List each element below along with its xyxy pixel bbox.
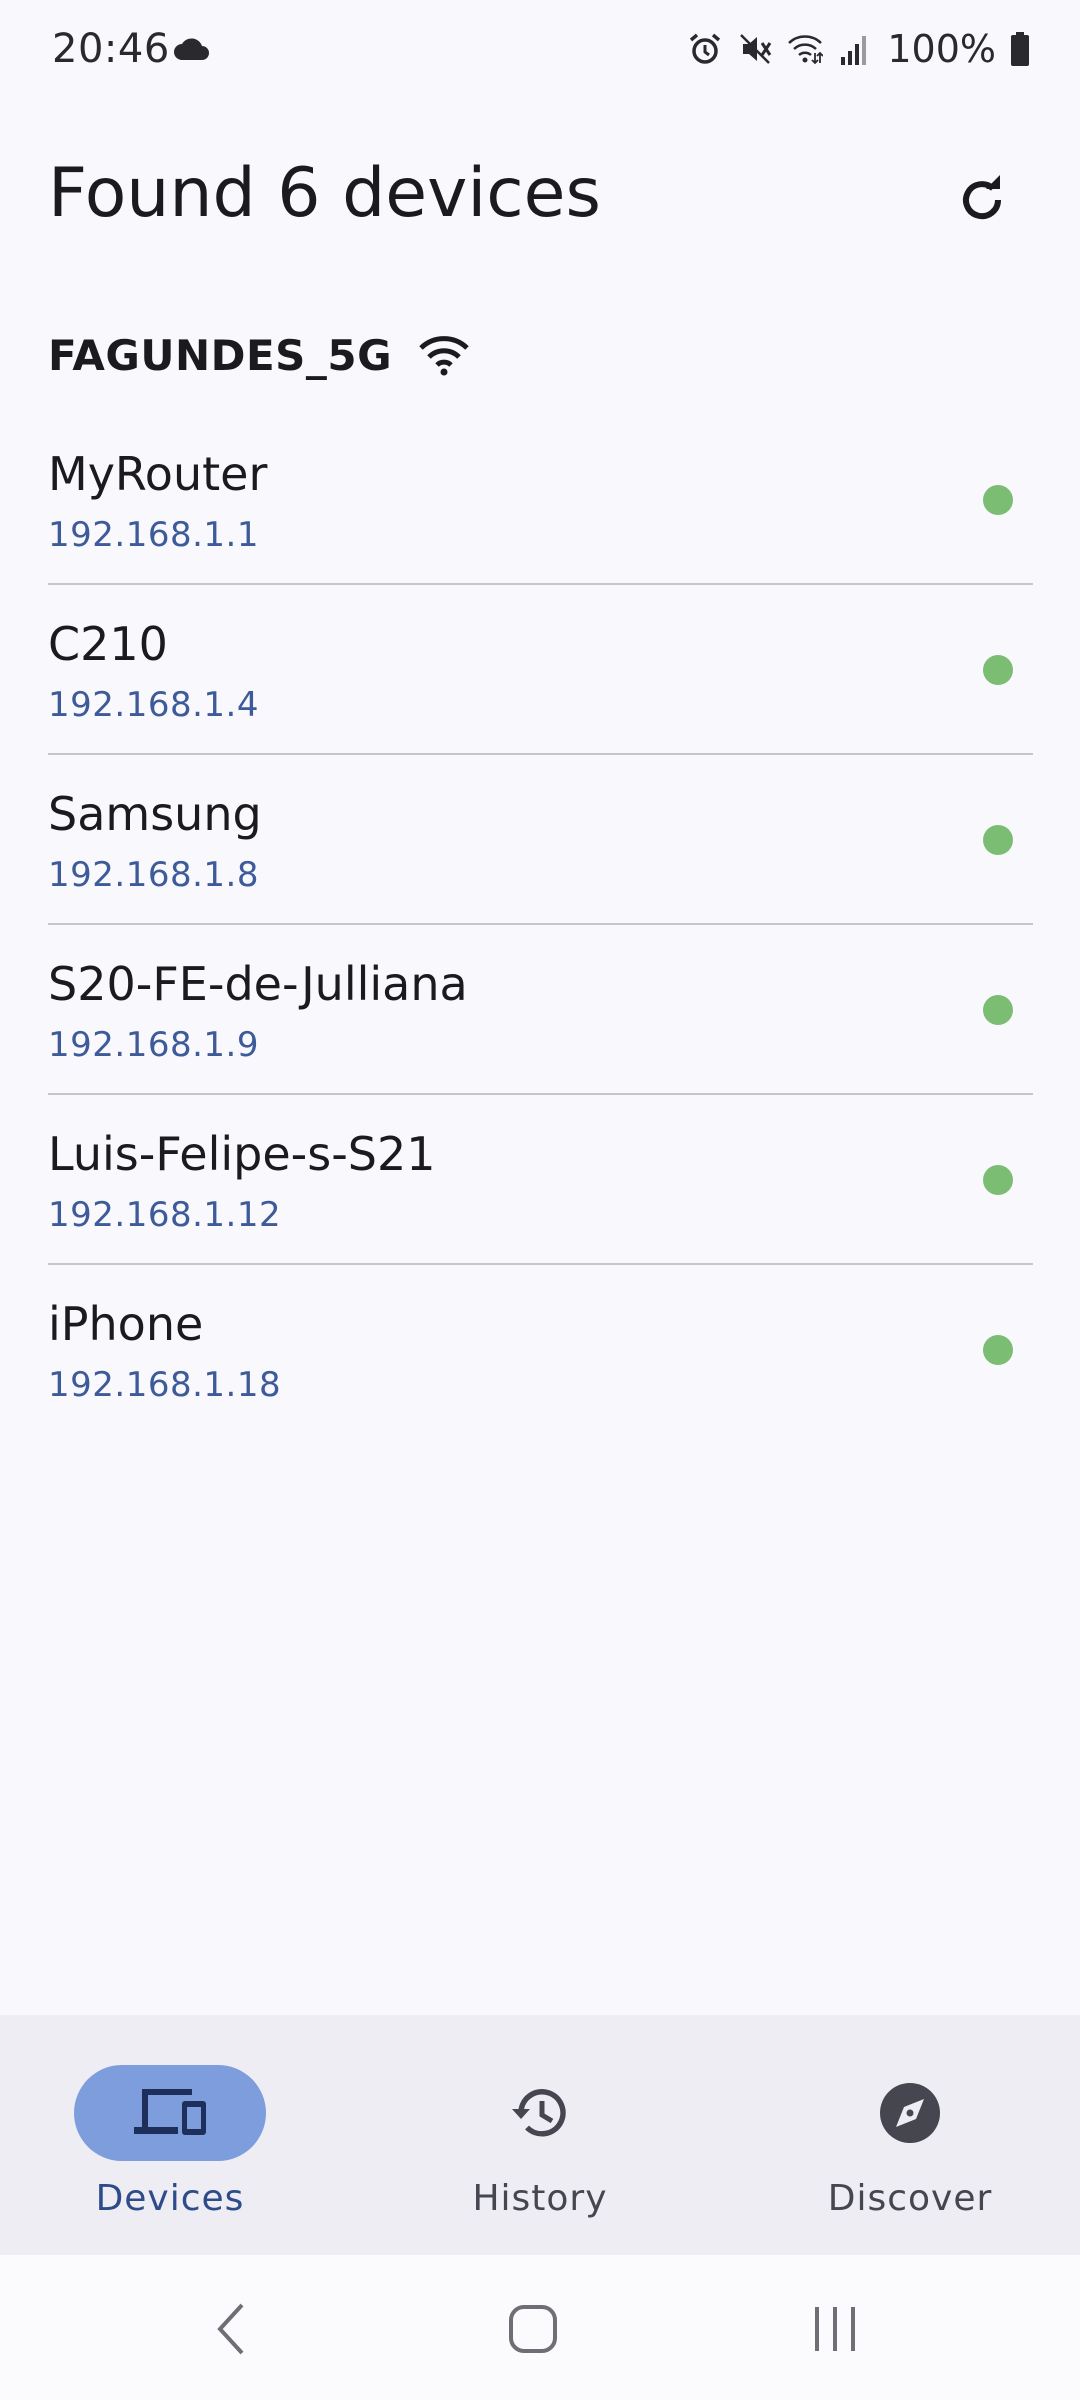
page-title: Found 6 devices xyxy=(48,154,601,233)
nav-discover[interactable]: Discover xyxy=(760,2050,1060,2230)
wifi-icon xyxy=(419,336,469,376)
battery-level: 100% xyxy=(887,27,996,71)
list-item[interactable]: iPhone 192.168.1.18 xyxy=(48,1265,1033,1435)
device-name: S20-FE-de-Julliana xyxy=(48,957,468,1011)
list-item[interactable]: Samsung 192.168.1.8 xyxy=(48,755,1033,925)
status-icons: 100% xyxy=(687,24,1030,74)
alarm-icon xyxy=(690,33,721,64)
battery-icon xyxy=(1011,32,1029,66)
online-status-dot xyxy=(983,655,1013,685)
system-navigation-bar xyxy=(0,2255,1080,2400)
nav-active-indicator xyxy=(74,2065,266,2161)
wifi-icon xyxy=(788,35,824,65)
home-button[interactable] xyxy=(493,2297,573,2361)
device-name: MyRouter xyxy=(48,447,268,501)
device-ip: 192.168.1.18 xyxy=(48,1365,282,1405)
recents-icon xyxy=(815,2307,855,2351)
nav-label-devices: Devices xyxy=(95,2178,245,2219)
refresh-icon xyxy=(963,175,1002,220)
cloud-icon xyxy=(174,38,209,60)
signal-icon xyxy=(841,36,867,65)
nav-pill xyxy=(444,2065,636,2161)
device-name: C210 xyxy=(48,617,168,671)
header: Found 6 devices xyxy=(48,150,1032,250)
mute-icon xyxy=(740,34,772,64)
nav-label-history: History xyxy=(472,2178,608,2219)
history-icon xyxy=(512,2089,566,2137)
device-list: MyRouter 192.168.1.1 C210 192.168.1.4 Sa… xyxy=(48,415,1033,1435)
back-icon xyxy=(217,2303,244,2355)
device-ip: 192.168.1.12 xyxy=(48,1195,282,1235)
status-time: 20:46 xyxy=(52,26,170,72)
bottom-navigation: Devices History Discover xyxy=(0,2015,1080,2255)
device-ip: 192.168.1.9 xyxy=(48,1025,259,1065)
compass-icon xyxy=(880,2083,940,2143)
nav-label-discover: Discover xyxy=(827,2178,993,2219)
device-ip: 192.168.1.8 xyxy=(48,855,259,895)
online-status-dot xyxy=(983,1165,1013,1195)
online-status-dot xyxy=(983,995,1013,1025)
nav-devices[interactable]: Devices xyxy=(20,2050,320,2230)
home-icon xyxy=(509,2305,557,2353)
device-ip: 192.168.1.4 xyxy=(48,685,259,725)
list-item[interactable]: Luis-Felipe-s-S21 192.168.1.12 xyxy=(48,1095,1033,1265)
refresh-button[interactable] xyxy=(932,150,1032,250)
devices-icon xyxy=(134,2089,206,2135)
nav-history[interactable]: History xyxy=(390,2050,690,2230)
recents-button[interactable] xyxy=(795,2297,875,2361)
online-status-dot xyxy=(983,1335,1013,1365)
online-status-dot xyxy=(983,485,1013,515)
device-name: iPhone xyxy=(48,1297,204,1351)
list-item[interactable]: S20-FE-de-Julliana 192.168.1.9 xyxy=(48,925,1033,1095)
list-item[interactable]: MyRouter 192.168.1.1 xyxy=(48,415,1033,585)
status-bar: 20:46 100% xyxy=(0,0,1080,100)
back-button[interactable] xyxy=(192,2297,272,2361)
nav-pill xyxy=(814,2065,1006,2161)
device-ip: 192.168.1.1 xyxy=(48,515,259,555)
network-row: FAGUNDES_5G xyxy=(48,325,470,385)
device-name: Samsung xyxy=(48,787,262,841)
online-status-dot xyxy=(983,825,1013,855)
list-item[interactable]: C210 192.168.1.4 xyxy=(48,585,1033,755)
network-ssid: FAGUNDES_5G xyxy=(48,330,393,380)
device-name: Luis-Felipe-s-S21 xyxy=(48,1127,436,1181)
